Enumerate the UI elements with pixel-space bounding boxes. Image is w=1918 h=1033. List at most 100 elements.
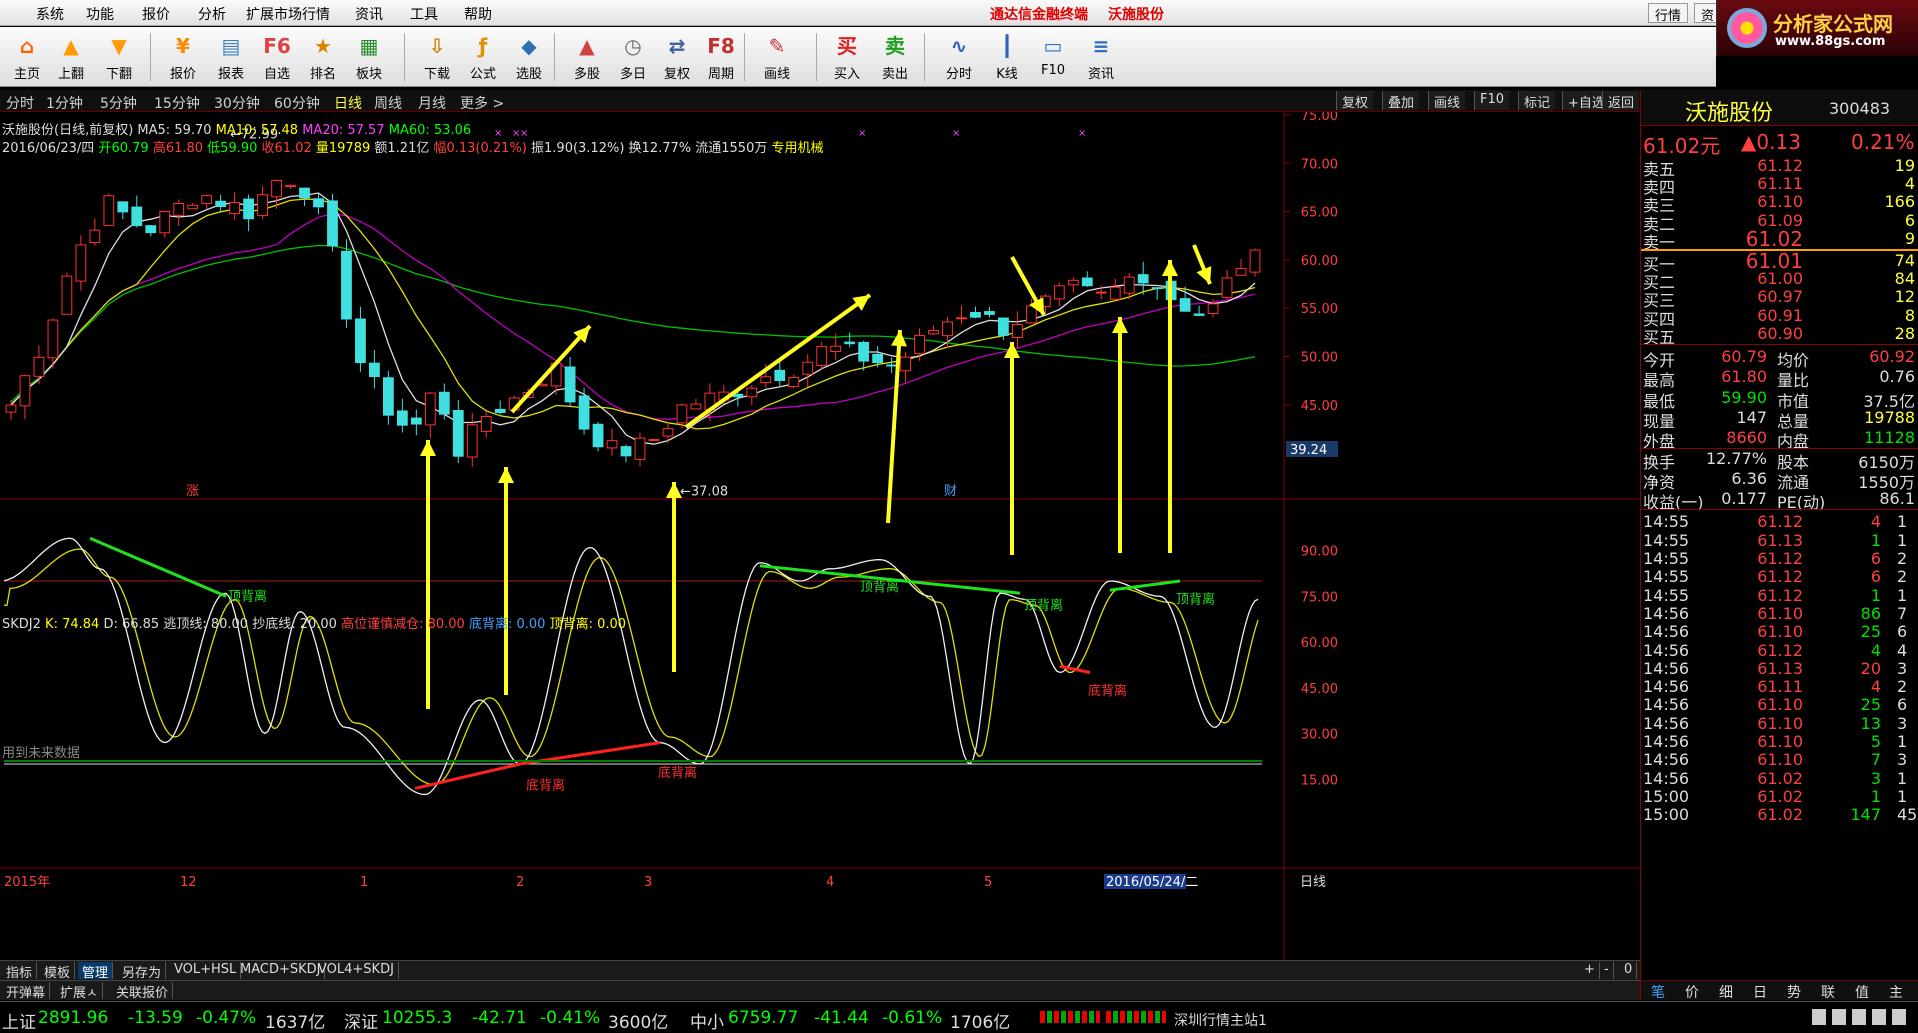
x-axis-label: 12 <box>180 875 197 890</box>
menu-system[interactable]: 系统 <box>36 4 64 24</box>
toolbar-multi-stock-button[interactable]: ▲ 多股 <box>564 30 610 84</box>
menu-help[interactable]: 帮助 <box>464 4 492 24</box>
stat-value: 147 <box>1736 407 1767 427</box>
toolbar-watchlist-button[interactable]: F6 自选 <box>254 30 300 84</box>
menu-extended-market[interactable]: 扩展市场行情 <box>246 4 330 24</box>
toolbar-kline-button[interactable]: ┃ K线 <box>984 30 1030 84</box>
toolbar-multi-day-button[interactable]: ◷ 多日 <box>610 30 656 84</box>
kdj-tick-label: 60.00 <box>1301 636 1338 651</box>
kdj-escape: 逃顶线: 80.00 <box>163 617 249 632</box>
sme-index-name[interactable]: 中小 <box>690 1008 724 1033</box>
low-annotation: ←37.08 <box>680 484 728 499</box>
tab-indicator[interactable]: 指标 <box>2 962 38 981</box>
zoom-reset-button[interactable]: 0 <box>1620 962 1638 979</box>
f10-button[interactable]: F10 <box>1474 91 1510 110</box>
period-60min[interactable]: 60分钟 <box>274 93 320 113</box>
draw-button[interactable]: 画线 <box>1428 91 1466 111</box>
sh-index-name[interactable]: 上证 <box>2 1008 36 1033</box>
panel-tab[interactable]: 笔 <box>1651 982 1665 1002</box>
tab-manage[interactable]: 管理 <box>78 962 114 981</box>
stat-row: 现量 147 总量 19788 <box>1641 407 1918 431</box>
kdj-tick-label: 90.00 <box>1301 545 1338 560</box>
toolbar-rank-button[interactable]: ★ 排名 <box>300 30 346 84</box>
toolbar-draw-line-button[interactable]: ✎ 画线 <box>754 30 800 84</box>
toolbar-label: 卖出 <box>881 67 908 82</box>
panel-tab[interactable]: 价 <box>1685 982 1699 1002</box>
restore-button[interactable]: 复权 <box>1336 91 1374 111</box>
period-monthly[interactable]: 月线 <box>418 93 446 113</box>
back-button[interactable]: 返回 <box>1602 91 1640 111</box>
period-daily[interactable]: 日线 <box>334 93 362 113</box>
period-15min[interactable]: 15分钟 <box>154 93 200 113</box>
toolbar-separator <box>744 33 745 81</box>
candle-body <box>355 318 366 364</box>
mark-button[interactable]: 标记 <box>1518 91 1556 111</box>
tab-vol-hsl[interactable]: VOL+HSL <box>170 962 242 979</box>
toolbar-period-button[interactable]: F8 周期 <box>698 30 744 84</box>
zoom-out-button[interactable]: - <box>1600 962 1614 979</box>
toolbar-home-button[interactable]: ⌂ 主页 <box>4 30 50 84</box>
tab-save-as[interactable]: 另存为 <box>118 962 167 981</box>
overlay-button[interactable]: 叠加 <box>1382 91 1420 111</box>
toolbar-arrow-down-button[interactable]: ▼ 下翻 <box>96 30 142 84</box>
panel-tab[interactable]: 主 <box>1889 982 1903 1002</box>
period-intraday[interactable]: 分时 <box>6 93 34 113</box>
menu-analysis[interactable]: 分析 <box>198 4 226 24</box>
toolbar-quote-button[interactable]: ¥ 报价 <box>160 30 206 84</box>
toolbar-intraday-button[interactable]: ∿ 分时 <box>936 30 982 84</box>
tab-macd-skdj[interactable]: MACD+SKDJ <box>236 962 326 979</box>
quote-mode-button[interactable]: 行情 <box>1648 3 1689 24</box>
flower-logo-icon <box>1727 8 1767 48</box>
toolbar-formula-button[interactable]: ƒ 公式 <box>460 30 506 84</box>
tick-count: 3 <box>1897 750 1908 770</box>
server-name[interactable]: 深圳行情主站1 <box>1174 1010 1267 1030</box>
period-weekly[interactable]: 周线 <box>374 93 402 113</box>
toolbar-stock-pick-button[interactable]: ◆ 选股 <box>506 30 552 84</box>
tick-count: 3 <box>1897 658 1908 678</box>
info-low: 低59.90 <box>207 141 258 156</box>
price-tick-label: 75.00 <box>1301 112 1338 124</box>
stat-row: 最高 61.80 量比 0.76 <box>1641 367 1918 390</box>
info-high: 高61.80 <box>152 141 204 156</box>
panel-tab[interactable]: 日 <box>1753 982 1767 1002</box>
toolbar-arrow-up-button[interactable]: ▲ 上翻 <box>48 30 94 84</box>
toolbar-download-button[interactable]: ⇩ 下载 <box>414 30 460 84</box>
sz-index-name[interactable]: 深证 <box>344 1008 378 1033</box>
toolbar-f10-button[interactable]: ▭ F10 <box>1030 30 1076 84</box>
zoom-in-button[interactable]: + <box>1580 962 1600 979</box>
status-tool-icons[interactable] <box>1812 1009 1912 1025</box>
top-divergence-label: 顶背离 <box>860 579 899 595</box>
toolbar-separator <box>554 33 555 81</box>
period-5min[interactable]: 5分钟 <box>100 93 137 113</box>
toolbar-restore-button[interactable]: ⇄ 复权 <box>654 30 700 84</box>
toolbar-sell-button[interactable]: 卖卖出 <box>872 30 918 84</box>
tick-time: 14:56 <box>1643 732 1690 751</box>
period-1min[interactable]: 1分钟 <box>46 93 83 113</box>
panel-tab[interactable]: 势 <box>1787 982 1801 1002</box>
menu-quote[interactable]: 报价 <box>142 4 170 24</box>
menu-tools[interactable]: 工具 <box>410 4 438 24</box>
toolbar-news-button[interactable]: ≡ 资讯 <box>1078 30 1124 84</box>
danmaku-toggle[interactable]: 开弹幕 <box>2 982 51 1001</box>
kline-chart-area[interactable]: 90.0075.0060.0045.0030.0015.00顶背离顶背离顶背离顶… <box>0 112 1640 960</box>
panel-tab[interactable]: 联 <box>1821 982 1835 1002</box>
period-30min[interactable]: 30分钟 <box>214 93 260 113</box>
panel-tab[interactable]: 值 <box>1855 982 1869 1002</box>
price-tick-label: 50.00 <box>1301 351 1338 366</box>
menu-news[interactable]: 资讯 <box>355 4 383 24</box>
ma20-value: MA20: 57.57 <box>302 123 385 138</box>
toolbar-buy-button[interactable]: 买买入 <box>824 30 870 84</box>
panel-tab[interactable]: 细 <box>1719 982 1733 1002</box>
tab-vol4-skdj[interactable]: VOL4+SKDJ <box>314 962 399 979</box>
info-volume: 量19789 <box>315 141 371 156</box>
linked-quote-toggle[interactable]: 关联报价 <box>112 982 174 1001</box>
tick-price: 61.10 <box>1757 695 1803 715</box>
tab-template[interactable]: 模板 <box>40 962 76 981</box>
menu-function[interactable]: 功能 <box>86 4 114 24</box>
stat-value-2: 11128 <box>1864 428 1915 448</box>
candle-body <box>131 206 143 227</box>
period-more[interactable]: 更多 > <box>460 93 504 113</box>
extend-toggle[interactable]: 扩展ㅅ <box>56 982 103 1001</box>
toolbar-report-button[interactable]: ▤ 报表 <box>208 30 254 84</box>
toolbar-sector-button[interactable]: ▦ 板块 <box>346 30 392 84</box>
